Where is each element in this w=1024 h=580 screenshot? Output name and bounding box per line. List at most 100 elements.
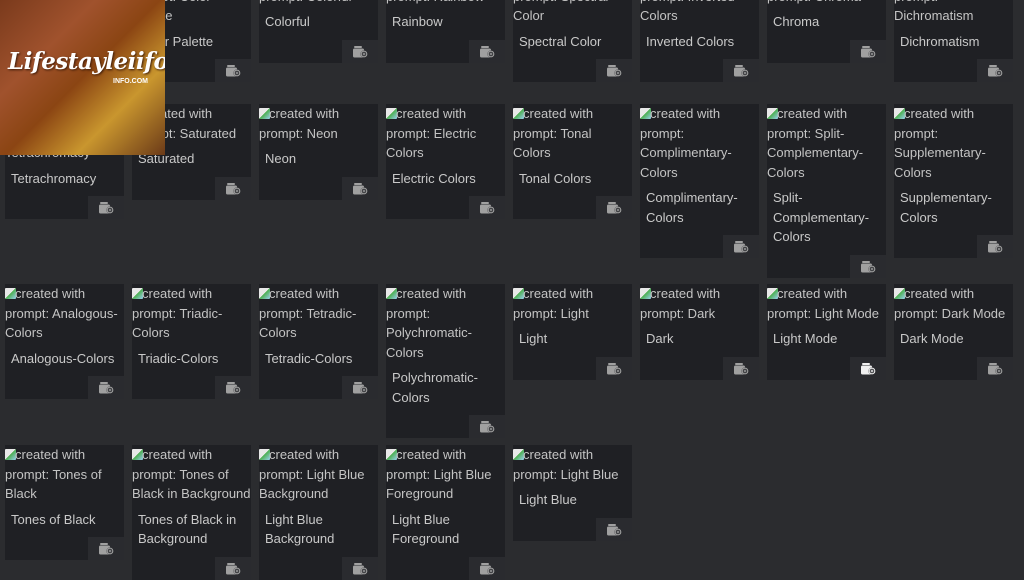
image-card[interactable]: created with prompt: Rainbow Rainbow	[386, 0, 505, 63]
add-to-collection-icon	[606, 65, 622, 77]
add-to-collection-icon	[860, 260, 876, 273]
image-alt-text: created with prompt: Dark	[640, 284, 759, 323]
image-card[interactable]: created with prompt: Light Blue Light Blu…	[513, 445, 632, 541]
add-to-collection-button[interactable]	[596, 59, 632, 82]
image-card[interactable]: created with prompt: Neon Neon	[259, 104, 378, 200]
alt-text: created with prompt: Chroma	[767, 0, 861, 4]
image-card[interactable]: created with prompt: Light Mode Light Mod…	[767, 284, 886, 380]
image-card[interactable]: created with prompt: Light Blue Backgrou…	[259, 445, 378, 580]
card-label: Light	[519, 331, 548, 346]
image-card[interactable]: created with prompt: Tones of Black Tones…	[5, 445, 124, 560]
card-label: Tones of Black	[11, 511, 96, 527]
add-to-collection-button[interactable]	[342, 39, 378, 63]
card-label: Chroma	[773, 14, 820, 29]
add-to-collection-button[interactable]	[596, 517, 632, 541]
add-to-collection-button[interactable]	[723, 356, 759, 380]
image-card[interactable]: created with prompt: Light Light	[513, 284, 632, 380]
image-card[interactable]: created with prompt: Dichromatism Dichrom…	[894, 0, 1013, 82]
image-card[interactable]: created with prompt: Dark Dark	[640, 284, 759, 380]
alt-text: created with prompt: Split-Complementary…	[767, 106, 864, 180]
add-to-collection-icon	[479, 562, 495, 575]
card-label: Inverted Colors	[646, 33, 735, 49]
add-to-collection-button[interactable]	[469, 415, 505, 438]
card-label: Polychromatic-Colors	[392, 370, 478, 405]
logo-text: Lifestayleiifo	[8, 48, 165, 75]
add-to-collection-icon	[352, 182, 368, 195]
image-alt-text: created with prompt: Tetradic-Colors	[259, 284, 378, 343]
add-to-collection-button[interactable]	[88, 196, 124, 219]
image-card[interactable]: created with prompt: Analogous-Colors Ana…	[5, 284, 124, 399]
image-alt-text: created with prompt: Electric Colors	[386, 104, 505, 163]
image-alt-text: created with prompt: Spectral Color	[513, 0, 632, 26]
card-label: Colorful	[265, 14, 310, 29]
add-to-collection-button[interactable]	[88, 376, 124, 399]
add-to-collection-button[interactable]	[88, 537, 124, 560]
alt-text: created with prompt: Electric Colors	[386, 106, 477, 160]
add-to-collection-button[interactable]	[977, 356, 1013, 380]
card-label: Light Blue	[519, 492, 577, 507]
image-card[interactable]: created with prompt: Spectral Color Spect…	[513, 0, 632, 82]
add-to-collection-button[interactable]	[215, 176, 251, 200]
add-to-collection-button[interactable]	[215, 59, 251, 82]
image-alt-text: created with prompt: Tonal Colors	[513, 104, 632, 163]
add-to-collection-button[interactable]	[723, 235, 759, 258]
image-alt-text: created with prompt: Complimentary-Color…	[640, 104, 759, 182]
image-card[interactable]: created with prompt: Electric Colors Elec…	[386, 104, 505, 219]
watermark-logo: Lifestayleiifo INFO.COM	[0, 0, 165, 155]
image-card[interactable]: created with prompt: Tones of Black in B…	[132, 445, 251, 580]
image-card[interactable]: created with prompt: Complimentary-Color…	[640, 104, 759, 258]
image-alt-text: created with prompt: Dark Mode	[894, 284, 1013, 323]
add-to-collection-button[interactable]	[215, 376, 251, 399]
image-alt-text: created with prompt: Inverted Colors	[640, 0, 759, 26]
add-to-collection-button[interactable]	[850, 356, 886, 380]
add-to-collection-button[interactable]	[596, 356, 632, 380]
card-label: Electric Colors	[392, 170, 476, 186]
add-to-collection-button[interactable]	[596, 196, 632, 219]
image-card[interactable]: created with prompt: Supplementary-Color…	[894, 104, 1013, 258]
add-to-collection-button[interactable]	[977, 235, 1013, 258]
image-alt-text: created with prompt: Light	[513, 284, 632, 323]
card-label: Complimentary-Colors	[646, 190, 738, 225]
add-to-collection-button[interactable]	[850, 39, 886, 63]
alt-text: created with prompt: Triadic-Colors	[132, 286, 223, 340]
card-label: Light Blue Background	[265, 511, 335, 547]
add-to-collection-button[interactable]	[469, 39, 505, 63]
image-card[interactable]: created with prompt: Chroma Chroma	[767, 0, 886, 63]
card-label: Triadic-Colors	[138, 350, 219, 366]
add-to-collection-button[interactable]	[342, 176, 378, 200]
image-card[interactable]: created with prompt: Colorful Colorful	[259, 0, 378, 63]
add-to-collection-button[interactable]	[342, 376, 378, 399]
add-to-collection-button[interactable]	[977, 59, 1013, 82]
add-to-collection-icon	[352, 45, 368, 58]
card-label: Tetrachromacy	[11, 170, 97, 186]
image-card[interactable]: created with prompt: Triadic-Colors Triad…	[132, 284, 251, 399]
add-to-collection-button[interactable]	[342, 556, 378, 580]
add-to-collection-icon	[98, 202, 114, 214]
add-to-collection-button[interactable]	[850, 254, 886, 278]
card-label: Dichromatism	[900, 33, 980, 49]
add-to-collection-button[interactable]	[469, 556, 505, 580]
image-card[interactable]: created with prompt: Tetradic-Colors Tetr…	[259, 284, 378, 399]
add-to-collection-icon	[225, 562, 241, 575]
image-card[interactable]: created with prompt: Polychromatic-Color…	[386, 284, 505, 438]
add-to-collection-button[interactable]	[723, 59, 759, 82]
card-label: Split-Complementary-Colors	[773, 190, 870, 244]
add-to-collection-icon	[733, 241, 749, 253]
image-card[interactable]: created with prompt: Tonal Colors Tonal C…	[513, 104, 632, 219]
card-label: Light Blue Foreground	[392, 511, 460, 547]
alt-text: created with prompt: Dark Mode	[894, 286, 1006, 321]
add-to-collection-button[interactable]	[469, 196, 505, 219]
add-to-collection-icon	[606, 362, 622, 375]
image-alt-text: created with prompt: Analogous-Colors	[5, 284, 124, 343]
image-card[interactable]: created with prompt: Light Blue Foregrou…	[386, 445, 505, 580]
add-to-collection-button[interactable]	[215, 556, 251, 580]
card-label: Neon	[265, 151, 297, 166]
image-card[interactable]: created with prompt: Dark Mode Dark Mode	[894, 284, 1013, 380]
add-to-collection-icon	[606, 523, 622, 536]
alt-text: created with prompt: Complimentary-Color…	[640, 106, 732, 180]
alt-text: created with prompt: Light Mode	[767, 286, 880, 321]
alt-text: created with prompt: Polychromatic-Color…	[386, 286, 472, 360]
image-card[interactable]: created with prompt: Split-Complementary…	[767, 104, 886, 278]
alt-text: created with prompt: Light	[513, 286, 594, 321]
image-card[interactable]: created with prompt: Inverted Colors Inve…	[640, 0, 759, 82]
